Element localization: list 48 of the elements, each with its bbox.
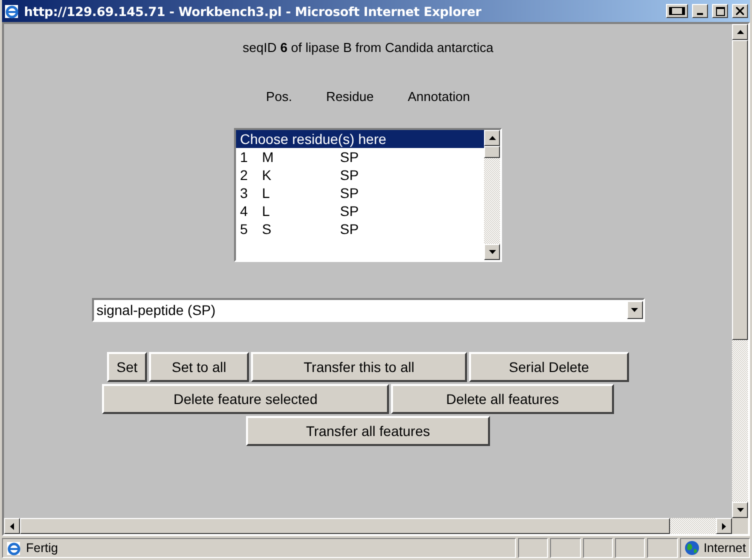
residue-listbox[interactable]: Choose residue(s) here 1 M SP 2 K SP 3 L SP 4 L SP 5 S SP <box>234 128 502 262</box>
right-arrow-icon <box>722 522 726 530</box>
window-title: http://129.69.145.71 - Workbench3.pl - Microsoft Internet Explorer <box>24 4 482 18</box>
caret-icon <box>631 308 638 312</box>
action-button[interactable]: Transfer this to all <box>251 352 467 382</box>
toolbar-toggle-button[interactable] <box>666 4 688 18</box>
action-button[interactable]: Delete feature selected <box>102 384 389 414</box>
status-panel <box>614 538 646 558</box>
feature-dropdown[interactable]: signal-peptide (SP) <box>92 298 644 322</box>
maximize-icon <box>716 6 724 16</box>
down-arrow-icon <box>736 508 744 512</box>
down-arrow-icon <box>488 250 496 254</box>
up-arrow-icon <box>488 136 496 140</box>
vertical-scrollbar[interactable] <box>732 24 748 518</box>
list-option[interactable]: Choose residue(s) here <box>236 130 484 148</box>
browser-icon <box>6 540 22 556</box>
list-option[interactable]: 5 S SP <box>236 220 484 238</box>
status-panel <box>550 538 581 558</box>
browser-icon <box>4 3 20 19</box>
toolbar-toggle-icon <box>669 7 685 15</box>
maximize-button[interactable] <box>712 4 728 18</box>
scroll-thumb[interactable] <box>484 146 500 158</box>
up-arrow-icon <box>736 30 744 34</box>
status-panel <box>647 538 678 558</box>
column-header: Pos. <box>266 89 292 104</box>
list-option[interactable]: 2 K SP <box>236 166 484 184</box>
close-button[interactable] <box>732 4 748 18</box>
status-text: Fertig <box>26 541 58 555</box>
minimize-button[interactable] <box>692 4 708 18</box>
column-header: Annotation <box>408 89 470 104</box>
scroll-thumb[interactable] <box>732 40 748 340</box>
action-button[interactable]: Transfer all features <box>246 416 490 446</box>
status-panel <box>582 538 613 558</box>
action-button[interactable]: Serial Delete <box>469 352 629 382</box>
close-icon <box>736 7 744 15</box>
status-panel <box>518 538 548 558</box>
scrollbar[interactable] <box>484 130 500 260</box>
action-button[interactable]: Set to all <box>149 352 249 382</box>
globe-icon <box>684 540 700 556</box>
column-header: Residue <box>326 89 374 104</box>
list-option[interactable]: 4 L SP <box>236 202 484 220</box>
page-heading: seqID 6 of lipase B from Candida antarctica <box>242 40 494 55</box>
action-button[interactable]: Delete all features <box>391 384 614 414</box>
security-zone: Internet <box>704 541 746 555</box>
left-arrow-icon <box>10 522 14 530</box>
action-button[interactable]: Set <box>107 352 147 382</box>
list-option[interactable]: 1 M SP <box>236 148 484 166</box>
list-option[interactable]: 3 L SP <box>236 184 484 202</box>
